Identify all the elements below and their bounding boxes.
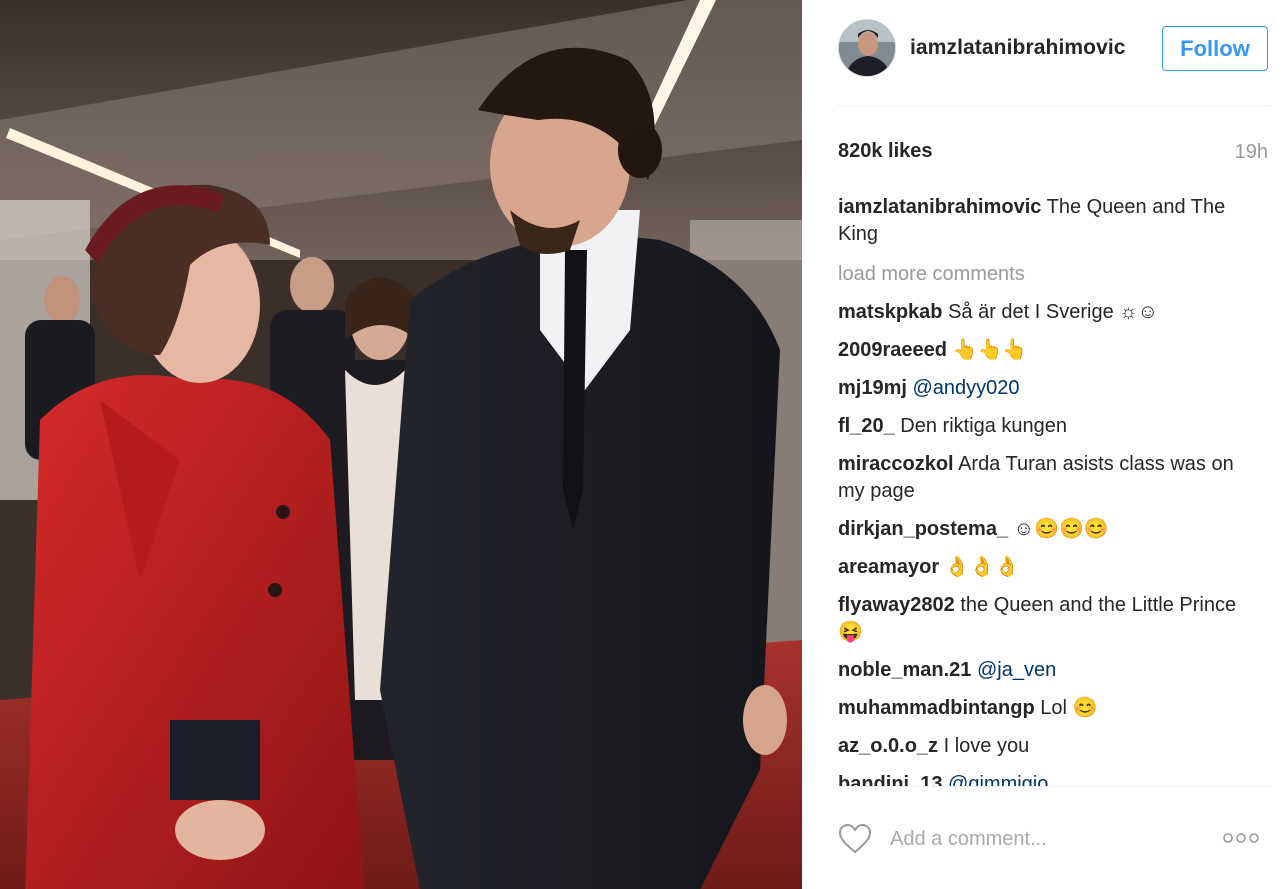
avatar-image — [839, 20, 895, 76]
comment-item: matskpkab Så är det I Sverige ☼☺ — [838, 299, 1258, 326]
comment-username[interactable]: muhammadbintangp — [838, 697, 1035, 719]
comment-item: flyaway2802 the Queen and the Little Pri… — [838, 592, 1258, 646]
heart-outline-icon[interactable] — [838, 823, 872, 855]
comment-username[interactable]: dirkjan_postema_ — [838, 518, 1008, 540]
comment-username[interactable]: fl_20_ — [838, 415, 895, 437]
comment-username[interactable]: matskpkab — [838, 301, 943, 323]
comment-item: muhammadbintangp Lol 😊 — [838, 695, 1258, 722]
comment-text: Den riktiga kungen — [900, 415, 1068, 437]
more-options-icon[interactable] — [1222, 831, 1260, 845]
comment-text: 👌👌👌 — [944, 556, 1020, 578]
comment-text: I love you — [943, 735, 1030, 757]
comment-item: miraccozkol Arda Turan asists class was … — [838, 451, 1258, 505]
comment-username[interactable]: noble_man.21 — [838, 659, 971, 681]
post-photo-image — [0, 0, 802, 889]
comment-mention-link[interactable]: @andyy020 — [913, 377, 1020, 399]
post-photo[interactable] — [0, 0, 802, 889]
follow-button[interactable]: Follow — [1162, 26, 1268, 71]
comment-item: noble_man.21 @ja_ven — [838, 657, 1258, 684]
likes-count[interactable]: 820k likes — [838, 140, 933, 163]
avatar[interactable] — [838, 19, 896, 77]
caption-username[interactable]: iamzlatanibrahimovic — [838, 196, 1041, 218]
comment-item: az_o.0.o_z I love you — [838, 733, 1258, 760]
comments-list[interactable]: iamzlatanibrahimovic The Queen and The K… — [838, 194, 1258, 786]
comment-item: 2009raeeed 👆👆👆 — [838, 337, 1258, 364]
post-timestamp[interactable]: 19h — [1235, 141, 1268, 164]
comment-username[interactable]: mj19mj — [838, 377, 907, 399]
comment-text: ☺😊😊😊 — [1013, 518, 1109, 540]
post-header: iamzlatanibrahimovic Follow — [838, 0, 1270, 106]
comment-mention-link[interactable]: @gimmigio — [948, 773, 1048, 786]
comment-username[interactable]: bandini_13 — [838, 773, 942, 786]
comment-item: areamayor 👌👌👌 — [838, 554, 1258, 581]
comment-username[interactable]: 2009raeeed — [838, 339, 947, 361]
comment-username[interactable]: az_o.0.o_z — [838, 735, 938, 757]
comment-text: Så är det I Sverige ☼☺ — [948, 301, 1159, 323]
post-username[interactable]: iamzlatanibrahimovic — [910, 36, 1126, 60]
post-caption: iamzlatanibrahimovic The Queen and The K… — [838, 194, 1258, 248]
comment-item: fl_20_ Den riktiga kungen — [838, 413, 1258, 440]
post-details-panel: iamzlatanibrahimovic Follow 820k likes 1… — [802, 0, 1282, 889]
comment-mention-link[interactable]: @ja_ven — [977, 659, 1056, 681]
comment-text: Lol 😊 — [1040, 697, 1098, 719]
comment-username[interactable]: flyaway2802 — [838, 594, 955, 616]
add-comment-input[interactable] — [890, 823, 1190, 855]
post-footer — [838, 786, 1270, 889]
comment-item: dirkjan_postema_ ☺😊😊😊 — [838, 516, 1258, 543]
comment-username[interactable]: miraccozkol — [838, 453, 954, 475]
comment-text: 👆👆👆 — [952, 339, 1028, 361]
comment-username[interactable]: areamayor — [838, 556, 939, 578]
comment-item: bandini_13 @gimmigio — [838, 771, 1258, 786]
load-more-comments-link[interactable]: load more comments — [838, 261, 1258, 288]
comment-item: mj19mj @andyy020 — [838, 375, 1258, 402]
